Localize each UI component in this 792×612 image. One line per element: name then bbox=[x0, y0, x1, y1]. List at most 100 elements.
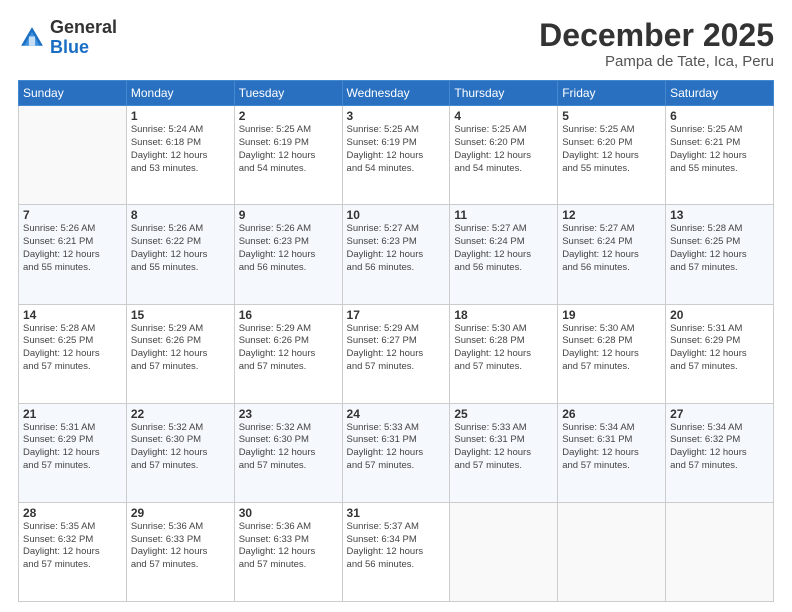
table-row: 13Sunrise: 5:28 AMSunset: 6:25 PMDayligh… bbox=[666, 205, 774, 304]
day-info: Sunrise: 5:33 AMSunset: 6:31 PMDaylight:… bbox=[454, 422, 553, 473]
day-number: 8 bbox=[131, 208, 230, 222]
day-number: 4 bbox=[454, 109, 553, 123]
col-sunday: Sunday bbox=[19, 81, 127, 106]
day-number: 19 bbox=[562, 308, 661, 322]
header: General Blue December 2025 Pampa de Tate… bbox=[18, 18, 774, 70]
day-number: 6 bbox=[670, 109, 769, 123]
day-info: Sunrise: 5:33 AMSunset: 6:31 PMDaylight:… bbox=[347, 422, 446, 473]
day-number: 20 bbox=[670, 308, 769, 322]
col-monday: Monday bbox=[126, 81, 234, 106]
table-row: 18Sunrise: 5:30 AMSunset: 6:28 PMDayligh… bbox=[450, 304, 558, 403]
day-number: 13 bbox=[670, 208, 769, 222]
day-info: Sunrise: 5:28 AMSunset: 6:25 PMDaylight:… bbox=[670, 223, 769, 274]
table-row: 11Sunrise: 5:27 AMSunset: 6:24 PMDayligh… bbox=[450, 205, 558, 304]
day-number: 27 bbox=[670, 407, 769, 421]
day-number: 15 bbox=[131, 308, 230, 322]
table-row: 25Sunrise: 5:33 AMSunset: 6:31 PMDayligh… bbox=[450, 403, 558, 502]
day-number: 30 bbox=[239, 506, 338, 520]
day-info: Sunrise: 5:25 AMSunset: 6:19 PMDaylight:… bbox=[347, 124, 446, 175]
page-subtitle: Pampa de Tate, Ica, Peru bbox=[539, 53, 774, 70]
day-number: 2 bbox=[239, 109, 338, 123]
day-info: Sunrise: 5:26 AMSunset: 6:23 PMDaylight:… bbox=[239, 223, 338, 274]
day-number: 11 bbox=[454, 208, 553, 222]
table-row: 14Sunrise: 5:28 AMSunset: 6:25 PMDayligh… bbox=[19, 304, 127, 403]
day-number: 3 bbox=[347, 109, 446, 123]
table-row: 19Sunrise: 5:30 AMSunset: 6:28 PMDayligh… bbox=[558, 304, 666, 403]
day-info: Sunrise: 5:37 AMSunset: 6:34 PMDaylight:… bbox=[347, 521, 446, 572]
table-row: 10Sunrise: 5:27 AMSunset: 6:23 PMDayligh… bbox=[342, 205, 450, 304]
table-row bbox=[450, 502, 558, 601]
table-row: 17Sunrise: 5:29 AMSunset: 6:27 PMDayligh… bbox=[342, 304, 450, 403]
logo-text: General Blue bbox=[50, 18, 117, 58]
day-number: 18 bbox=[454, 308, 553, 322]
col-wednesday: Wednesday bbox=[342, 81, 450, 106]
day-info: Sunrise: 5:27 AMSunset: 6:24 PMDaylight:… bbox=[454, 223, 553, 274]
table-row: 23Sunrise: 5:32 AMSunset: 6:30 PMDayligh… bbox=[234, 403, 342, 502]
day-info: Sunrise: 5:35 AMSunset: 6:32 PMDaylight:… bbox=[23, 521, 122, 572]
day-number: 26 bbox=[562, 407, 661, 421]
title-block: December 2025 Pampa de Tate, Ica, Peru bbox=[539, 18, 774, 70]
col-saturday: Saturday bbox=[666, 81, 774, 106]
day-info: Sunrise: 5:28 AMSunset: 6:25 PMDaylight:… bbox=[23, 323, 122, 374]
table-row bbox=[558, 502, 666, 601]
table-row bbox=[19, 106, 127, 205]
calendar-week-row: 14Sunrise: 5:28 AMSunset: 6:25 PMDayligh… bbox=[19, 304, 774, 403]
calendar-week-row: 1Sunrise: 5:24 AMSunset: 6:18 PMDaylight… bbox=[19, 106, 774, 205]
table-row: 22Sunrise: 5:32 AMSunset: 6:30 PMDayligh… bbox=[126, 403, 234, 502]
day-number: 28 bbox=[23, 506, 122, 520]
logo: General Blue bbox=[18, 18, 117, 58]
day-number: 31 bbox=[347, 506, 446, 520]
table-row: 4Sunrise: 5:25 AMSunset: 6:20 PMDaylight… bbox=[450, 106, 558, 205]
day-number: 23 bbox=[239, 407, 338, 421]
day-info: Sunrise: 5:31 AMSunset: 6:29 PMDaylight:… bbox=[23, 422, 122, 473]
day-info: Sunrise: 5:27 AMSunset: 6:24 PMDaylight:… bbox=[562, 223, 661, 274]
table-row: 20Sunrise: 5:31 AMSunset: 6:29 PMDayligh… bbox=[666, 304, 774, 403]
col-tuesday: Tuesday bbox=[234, 81, 342, 106]
table-row: 6Sunrise: 5:25 AMSunset: 6:21 PMDaylight… bbox=[666, 106, 774, 205]
day-info: Sunrise: 5:31 AMSunset: 6:29 PMDaylight:… bbox=[670, 323, 769, 374]
day-number: 7 bbox=[23, 208, 122, 222]
table-row: 29Sunrise: 5:36 AMSunset: 6:33 PMDayligh… bbox=[126, 502, 234, 601]
day-info: Sunrise: 5:26 AMSunset: 6:21 PMDaylight:… bbox=[23, 223, 122, 274]
day-info: Sunrise: 5:29 AMSunset: 6:27 PMDaylight:… bbox=[347, 323, 446, 374]
day-info: Sunrise: 5:29 AMSunset: 6:26 PMDaylight:… bbox=[239, 323, 338, 374]
page-title: December 2025 bbox=[539, 18, 774, 53]
table-row bbox=[666, 502, 774, 601]
col-thursday: Thursday bbox=[450, 81, 558, 106]
day-info: Sunrise: 5:29 AMSunset: 6:26 PMDaylight:… bbox=[131, 323, 230, 374]
day-number: 16 bbox=[239, 308, 338, 322]
day-number: 25 bbox=[454, 407, 553, 421]
table-row: 31Sunrise: 5:37 AMSunset: 6:34 PMDayligh… bbox=[342, 502, 450, 601]
calendar-header-row: Sunday Monday Tuesday Wednesday Thursday… bbox=[19, 81, 774, 106]
day-number: 22 bbox=[131, 407, 230, 421]
day-info: Sunrise: 5:27 AMSunset: 6:23 PMDaylight:… bbox=[347, 223, 446, 274]
day-number: 14 bbox=[23, 308, 122, 322]
table-row: 5Sunrise: 5:25 AMSunset: 6:20 PMDaylight… bbox=[558, 106, 666, 205]
table-row: 1Sunrise: 5:24 AMSunset: 6:18 PMDaylight… bbox=[126, 106, 234, 205]
day-info: Sunrise: 5:25 AMSunset: 6:21 PMDaylight:… bbox=[670, 124, 769, 175]
day-info: Sunrise: 5:26 AMSunset: 6:22 PMDaylight:… bbox=[131, 223, 230, 274]
day-info: Sunrise: 5:36 AMSunset: 6:33 PMDaylight:… bbox=[131, 521, 230, 572]
day-info: Sunrise: 5:34 AMSunset: 6:31 PMDaylight:… bbox=[562, 422, 661, 473]
day-info: Sunrise: 5:32 AMSunset: 6:30 PMDaylight:… bbox=[131, 422, 230, 473]
table-row: 30Sunrise: 5:36 AMSunset: 6:33 PMDayligh… bbox=[234, 502, 342, 601]
calendar-table: Sunday Monday Tuesday Wednesday Thursday… bbox=[18, 80, 774, 602]
page: General Blue December 2025 Pampa de Tate… bbox=[0, 0, 792, 612]
day-info: Sunrise: 5:36 AMSunset: 6:33 PMDaylight:… bbox=[239, 521, 338, 572]
table-row: 15Sunrise: 5:29 AMSunset: 6:26 PMDayligh… bbox=[126, 304, 234, 403]
table-row: 3Sunrise: 5:25 AMSunset: 6:19 PMDaylight… bbox=[342, 106, 450, 205]
logo-icon bbox=[18, 24, 46, 52]
table-row: 12Sunrise: 5:27 AMSunset: 6:24 PMDayligh… bbox=[558, 205, 666, 304]
table-row: 26Sunrise: 5:34 AMSunset: 6:31 PMDayligh… bbox=[558, 403, 666, 502]
day-number: 21 bbox=[23, 407, 122, 421]
day-info: Sunrise: 5:24 AMSunset: 6:18 PMDaylight:… bbox=[131, 124, 230, 175]
day-number: 29 bbox=[131, 506, 230, 520]
day-info: Sunrise: 5:25 AMSunset: 6:20 PMDaylight:… bbox=[562, 124, 661, 175]
day-info: Sunrise: 5:30 AMSunset: 6:28 PMDaylight:… bbox=[454, 323, 553, 374]
day-info: Sunrise: 5:25 AMSunset: 6:20 PMDaylight:… bbox=[454, 124, 553, 175]
day-info: Sunrise: 5:32 AMSunset: 6:30 PMDaylight:… bbox=[239, 422, 338, 473]
table-row: 7Sunrise: 5:26 AMSunset: 6:21 PMDaylight… bbox=[19, 205, 127, 304]
table-row: 28Sunrise: 5:35 AMSunset: 6:32 PMDayligh… bbox=[19, 502, 127, 601]
day-number: 24 bbox=[347, 407, 446, 421]
table-row: 2Sunrise: 5:25 AMSunset: 6:19 PMDaylight… bbox=[234, 106, 342, 205]
